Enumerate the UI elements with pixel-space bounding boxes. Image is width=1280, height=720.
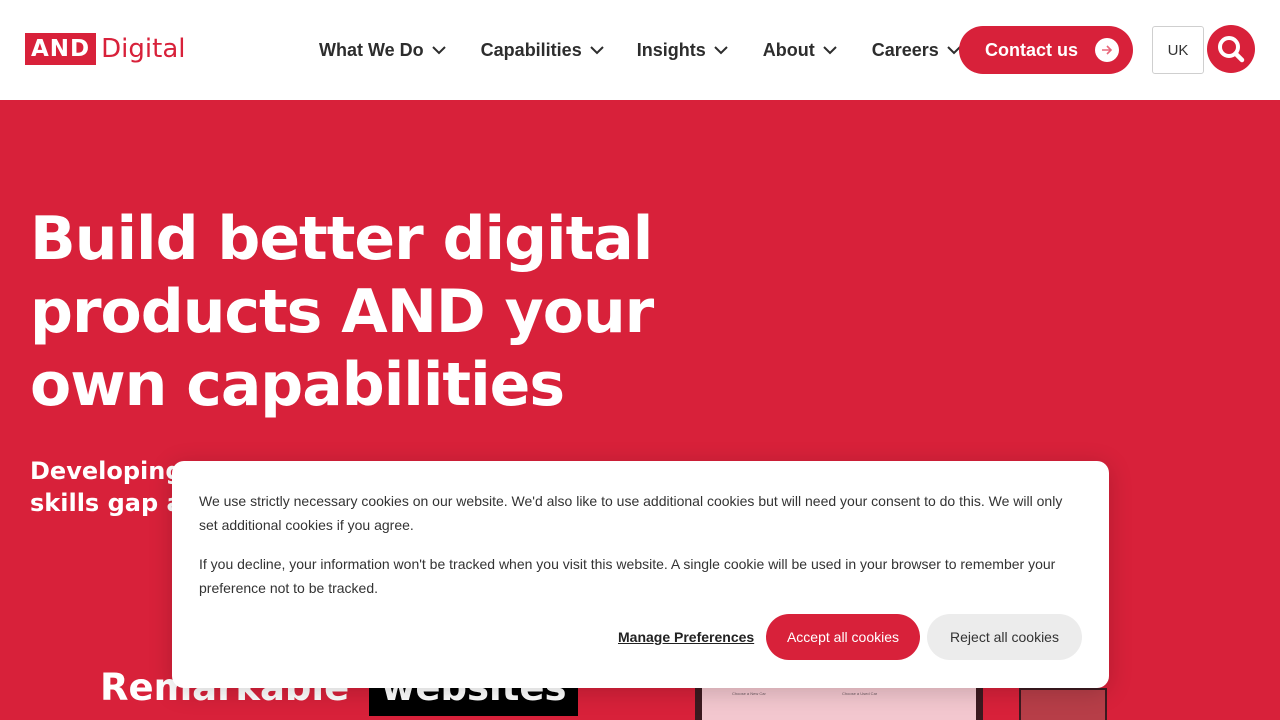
- preview-col-title: Choose a New Car: [732, 691, 766, 696]
- nav-item-capabilities[interactable]: Capabilities: [481, 38, 605, 62]
- reject-all-cookies-button[interactable]: Reject all cookies: [927, 614, 1082, 660]
- nav-label: What We Do: [319, 39, 424, 60]
- main-nav: What We Do Capabilities Insights About C…: [319, 38, 996, 62]
- cookie-text-paragraph: We use strictly necessary cookies on our…: [199, 493, 1063, 533]
- arrow-right-icon: [1095, 38, 1119, 62]
- hero-title-line: own capabilities: [30, 350, 565, 420]
- manage-preferences-link[interactable]: Manage Preferences: [618, 629, 754, 645]
- mobile-preview-screenshot: [1019, 688, 1107, 720]
- nav-item-about[interactable]: About: [763, 38, 838, 62]
- region-selector-button[interactable]: UK: [1152, 26, 1204, 74]
- and-digital-logo[interactable]: AND Digital: [25, 33, 185, 65]
- chevron-down-icon: [714, 46, 728, 55]
- cookie-consent-dialog: We use strictly necessary cookies on our…: [172, 461, 1109, 688]
- nav-item-careers[interactable]: Careers: [872, 38, 962, 62]
- site-header: AND Digital What We Do Capabilities Insi…: [0, 0, 1280, 100]
- chevron-down-icon: [822, 46, 837, 55]
- logo-text: Digital: [101, 34, 186, 64]
- nav-item-what-we-do[interactable]: What We Do: [319, 38, 447, 62]
- nav-label: About: [762, 39, 815, 60]
- search-button[interactable]: [1207, 25, 1255, 73]
- chevron-down-icon: [431, 46, 446, 55]
- cookie-text-paragraph: If you decline, your information won't b…: [199, 556, 1056, 596]
- nav-label: Careers: [871, 39, 939, 60]
- accept-all-cookies-button[interactable]: Accept all cookies: [766, 614, 920, 660]
- nav-item-insights[interactable]: Insights: [637, 38, 729, 62]
- nav-label: Insights: [636, 39, 706, 60]
- search-icon: [1218, 36, 1245, 63]
- chevron-down-icon: [589, 46, 604, 55]
- preview-col-title: Choose a Used Car: [842, 691, 878, 696]
- logo-mark: AND: [25, 33, 97, 65]
- website-preview-screenshot: Choose a New Car Choose a Used Car: [695, 688, 983, 720]
- hero-title-line: products AND your: [30, 277, 654, 347]
- hero-title-line: Build better digital: [30, 204, 653, 274]
- contact-us-label: Contact us: [985, 39, 1079, 60]
- nav-label: Capabilities: [480, 39, 582, 60]
- contact-us-button[interactable]: Contact us: [959, 26, 1133, 74]
- hero-title: Build better digital products AND your o…: [30, 203, 730, 422]
